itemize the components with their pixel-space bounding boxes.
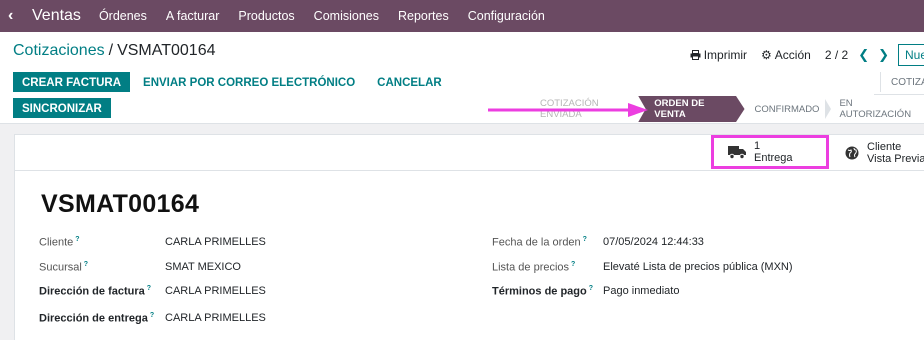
menu-item-reportes[interactable]: Reportes [398, 9, 449, 23]
help-icon[interactable]: ? [147, 285, 151, 292]
top-navbar: ‹ Ventas Órdenes A facturar Productos Co… [0, 0, 924, 32]
help-icon[interactable]: ? [571, 261, 575, 268]
help-icon[interactable]: ? [150, 312, 154, 319]
truck-icon [728, 145, 746, 159]
stage-confirmed[interactable]: CONFIRMADO [745, 96, 832, 122]
field-row-sucursal: Sucursal? SMAT MEXICO [39, 261, 241, 274]
delivery-smart-button[interactable]: 1 Entrega [711, 135, 829, 169]
label-text: Cliente [39, 236, 74, 249]
menu-item-comisiones[interactable]: Comisiones [314, 9, 379, 23]
annotation-arrow-icon [488, 103, 648, 117]
gear-icon: ⚙ [761, 48, 772, 62]
divider [874, 94, 924, 95]
action-label: Acción [774, 48, 811, 62]
preview-line-2: Vista Previa [867, 153, 924, 165]
menu-item-productos[interactable]: Productos [238, 9, 294, 23]
menu-item-ordenes[interactable]: Órdenes [99, 9, 147, 23]
field-value[interactable]: CARLA PRIMELLES [165, 312, 266, 324]
sync-button[interactable]: SINCRONIZAR [13, 98, 111, 118]
field-label: Términos de pago? [492, 285, 593, 298]
customer-preview-smart-button[interactable]: Cliente Vista Previa [843, 135, 924, 171]
field-row-cliente: Cliente? CARLA PRIMELLES [39, 236, 266, 249]
pager-value[interactable]: 2 / 2 [825, 48, 848, 62]
record-title: VSMAT00164 [41, 190, 200, 218]
label-text: Fecha de la orden [492, 236, 581, 249]
field-label: Sucursal? [39, 261, 88, 274]
preview-text: Cliente Vista Previa [867, 141, 924, 165]
field-row-order-date: Fecha de la orden? 07/05/2024 12:44:33 [492, 236, 704, 249]
stage-in-authorization[interactable]: EN AUTORIZACIÓN [829, 96, 924, 122]
field-value[interactable]: CARLA PRIMELLES [165, 285, 266, 297]
field-label: Lista de precios? [492, 261, 575, 274]
field-value[interactable]: Elevaté Lista de precios pública (MXN) [603, 261, 793, 273]
printer-icon [690, 50, 701, 60]
create-invoice-button[interactable]: CREAR FACTURA [13, 72, 131, 92]
label-text: Dirección de factura [39, 285, 145, 298]
smart-button-box: 1 Entrega Cliente Vista Previa [15, 135, 924, 171]
delivery-text: 1 Entrega [754, 140, 793, 164]
label-text: Lista de precios [492, 261, 570, 274]
help-icon[interactable]: ? [589, 285, 593, 292]
field-label: Cliente? [39, 236, 80, 249]
back-chevron-icon[interactable]: ‹ [8, 7, 22, 25]
breadcrumb-separator: / [108, 42, 114, 59]
field-row-pricelist: Lista de precios? Elevaté Lista de preci… [492, 261, 793, 274]
field-value[interactable]: 07/05/2024 12:44:33 [603, 236, 704, 248]
label-text: Sucursal [39, 261, 82, 274]
field-label: Dirección de entrega? [39, 312, 154, 325]
delivery-count: 1 [754, 140, 761, 152]
field-row-invoice-address: Dirección de factura? CARLA PRIMELLES [39, 285, 266, 298]
statusbar-buttons: CREAR FACTURA ENVIAR POR CORREO ELECTRÓN… [13, 72, 451, 92]
breadcrumb-current: VSMAT00164 [117, 42, 216, 59]
quotation-tab-right[interactable]: COTIZA [880, 72, 924, 92]
main-menu: Órdenes A facturar Productos Comisiones … [99, 9, 545, 23]
breadcrumb: Cotizaciones / VSMAT00164 [13, 42, 215, 60]
print-button[interactable]: Imprimir [690, 48, 747, 62]
help-icon[interactable]: ? [75, 236, 79, 243]
form-sheet: 1 Entrega Cliente Vista Previa VSMAT0016… [14, 134, 924, 340]
stage-sales-order[interactable]: ORDEN DE VENTA [638, 96, 745, 122]
field-value[interactable]: SMAT MEXICO [165, 261, 241, 273]
menu-item-a-facturar[interactable]: A facturar [166, 9, 220, 23]
control-panel: Cotizaciones / VSMAT00164 Imprimir ⚙ Acció… [0, 32, 924, 124]
field-row-delivery-address: Dirección de entrega? CARLA PRIMELLES [39, 312, 266, 325]
toolbar-right: Imprimir ⚙ Acción 2 / 2 ❮ ❯ Nuevo [690, 44, 924, 66]
globe-icon [845, 146, 859, 160]
label-text: Dirección de entrega [39, 312, 148, 325]
new-button[interactable]: Nuevo [898, 44, 924, 66]
cancel-button[interactable]: CANCELAR [368, 72, 451, 92]
field-label: Fecha de la orden? [492, 236, 587, 249]
menu-item-configuracion[interactable]: Configuración [468, 9, 545, 23]
help-icon[interactable]: ? [84, 261, 88, 268]
delivery-label: Entrega [754, 152, 793, 164]
label-text: Términos de pago [492, 285, 587, 298]
field-label: Dirección de factura? [39, 285, 151, 298]
help-icon[interactable]: ? [583, 236, 587, 243]
action-menu-button[interactable]: ⚙ Acción [761, 48, 811, 62]
print-label: Imprimir [703, 48, 748, 62]
pager-next-icon[interactable]: ❯ [878, 47, 889, 63]
app-name[interactable]: Ventas [32, 7, 81, 25]
breadcrumb-parent[interactable]: Cotizaciones [13, 42, 105, 59]
field-row-payment-terms: Términos de pago? Pago inmediato [492, 285, 679, 298]
preview-line-1: Cliente [867, 141, 902, 153]
field-value[interactable]: CARLA PRIMELLES [165, 236, 266, 248]
pager-previous-icon[interactable]: ❮ [858, 47, 869, 63]
field-value[interactable]: Pago inmediato [603, 285, 679, 297]
send-email-button[interactable]: ENVIAR POR CORREO ELECTRÓNICO [134, 72, 364, 92]
